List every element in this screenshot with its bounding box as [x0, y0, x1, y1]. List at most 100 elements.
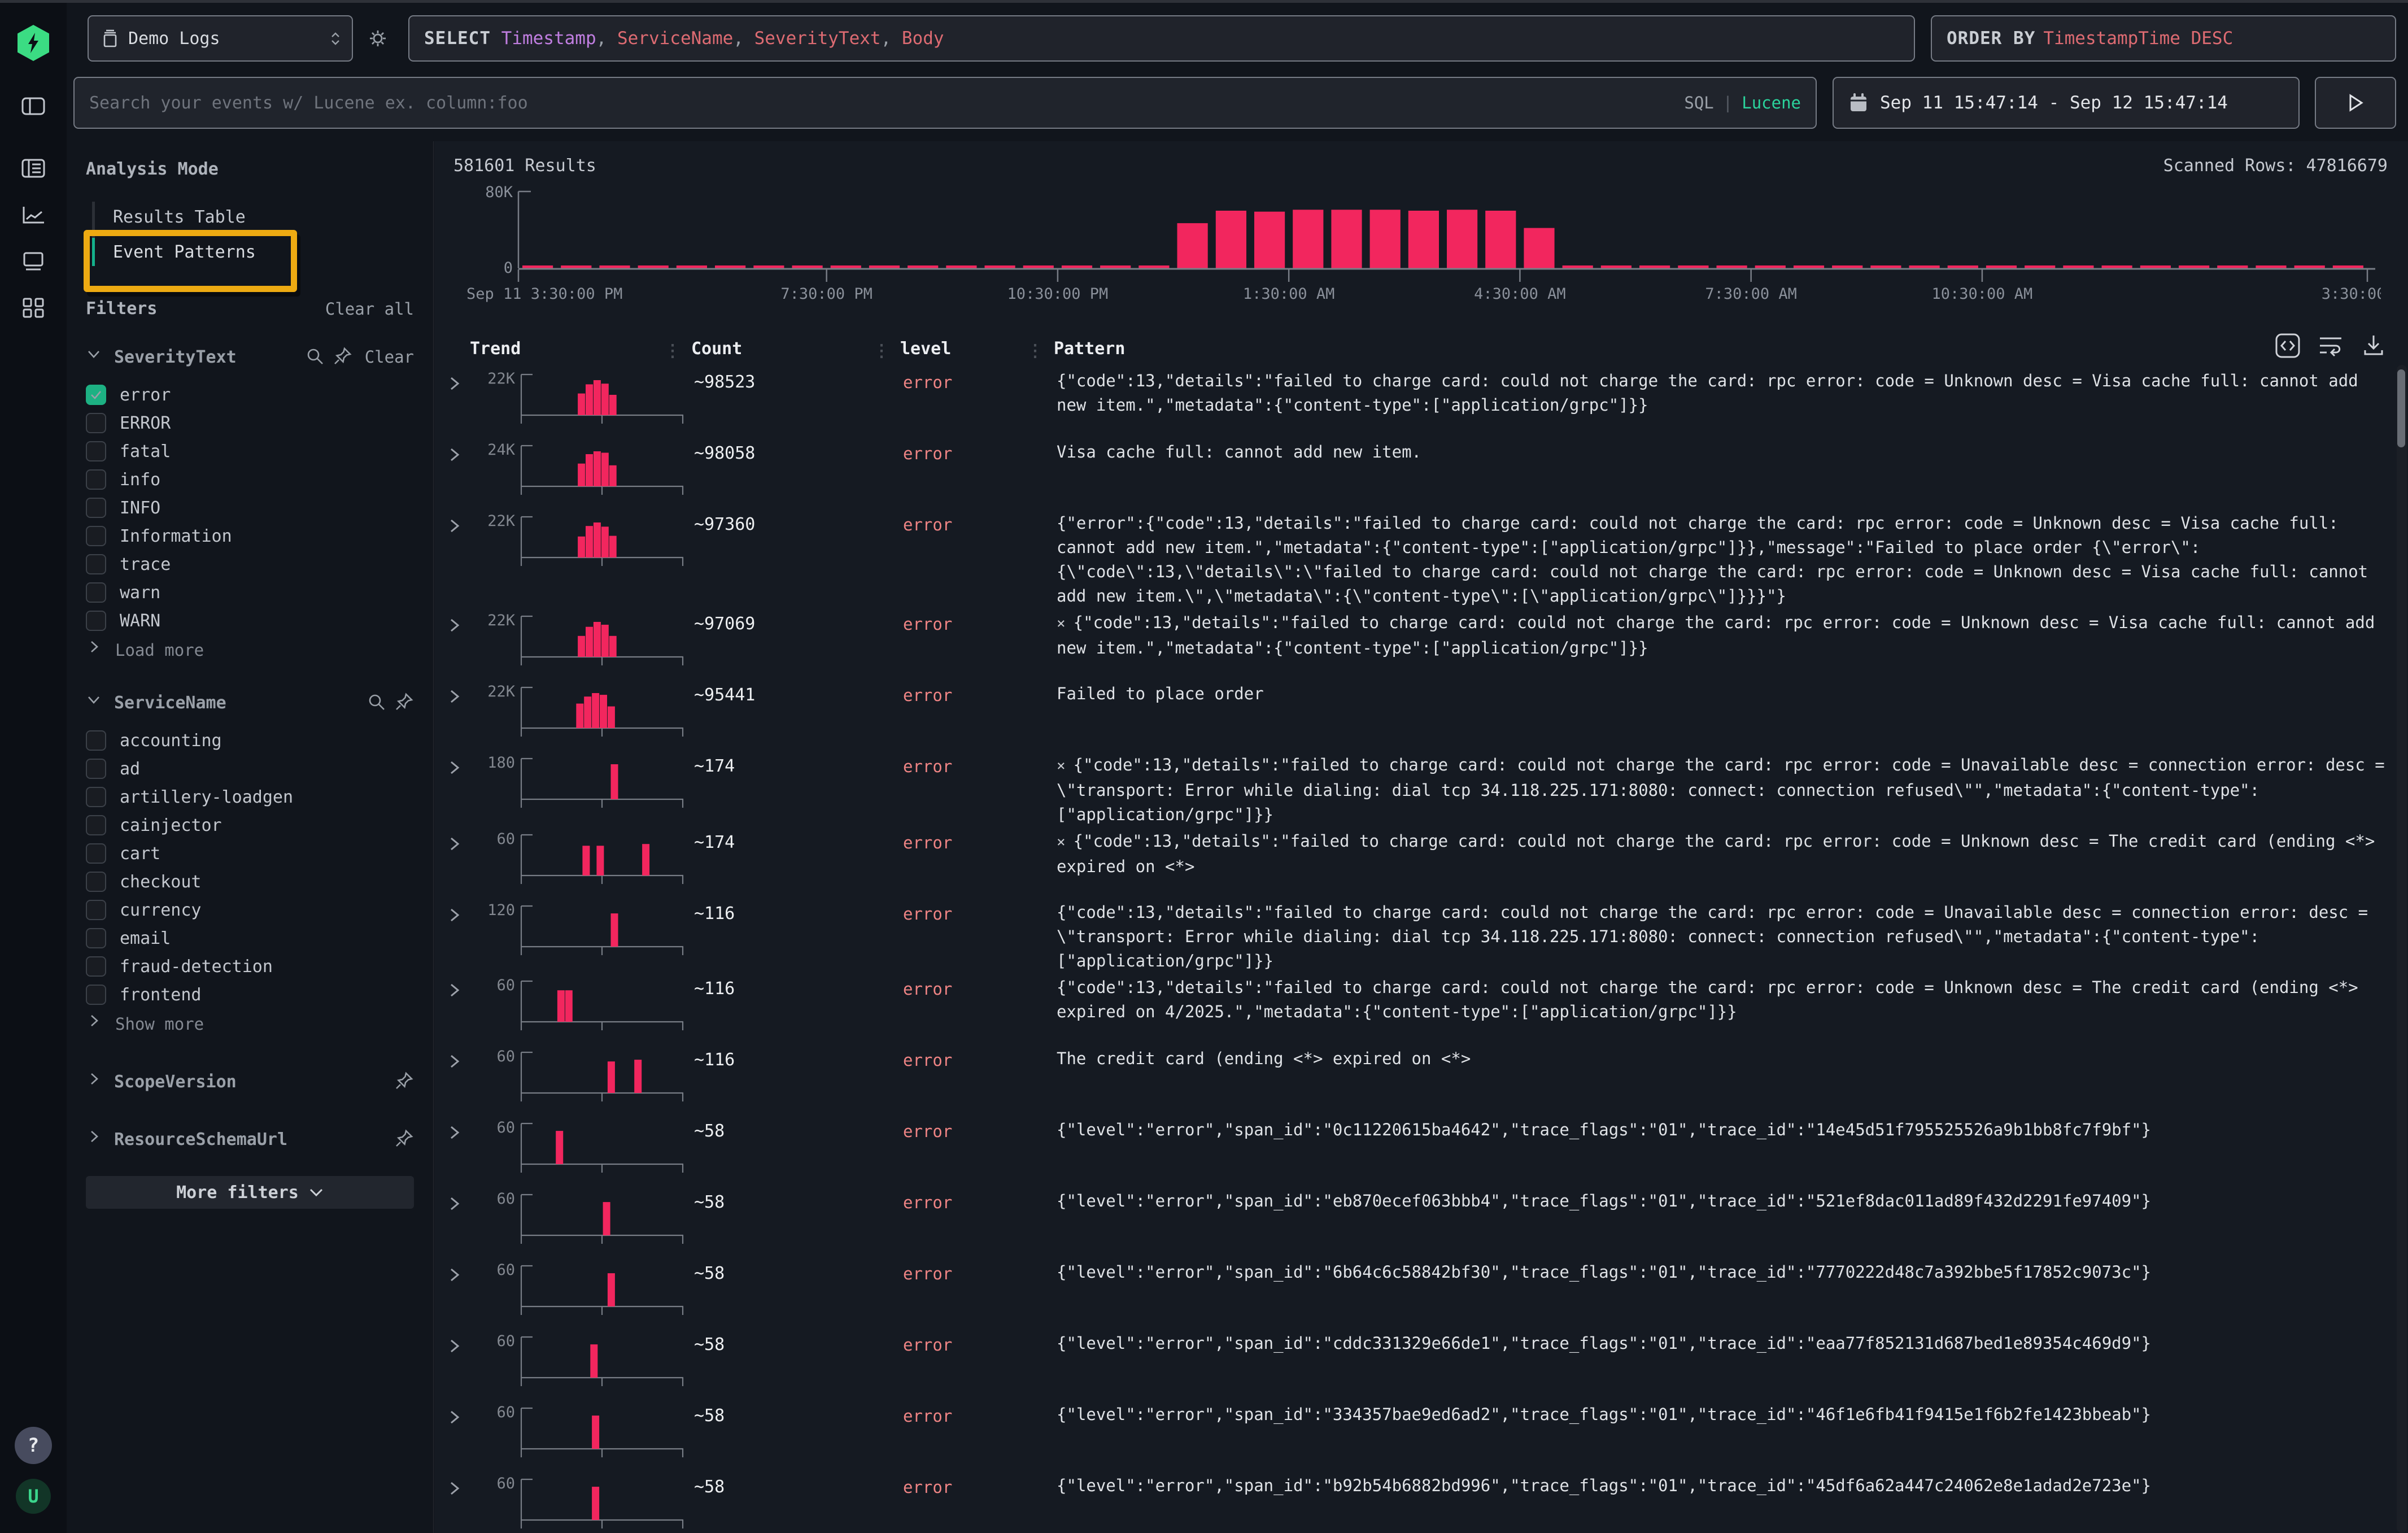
- filter-option-information[interactable]: Information: [86, 522, 414, 550]
- pattern-text[interactable]: ×{"code":13,"details":"failed to charge …: [1054, 827, 2391, 879]
- table-row[interactable]: 120~116error{"code":13,"details":"failed…: [446, 898, 2391, 973]
- filter-option-warn[interactable]: warn: [86, 578, 414, 607]
- checkbox[interactable]: [86, 582, 106, 603]
- column-grip-icon[interactable]: ⋮: [664, 341, 681, 361]
- table-row[interactable]: 60~58error{"level":"error","span_id":"b9…: [446, 1471, 2391, 1533]
- checkbox[interactable]: [86, 956, 106, 977]
- checkbox-checked[interactable]: [86, 385, 106, 405]
- filter-option-frontend[interactable]: frontend: [86, 981, 414, 1009]
- filter-option-cainjector[interactable]: cainjector: [86, 811, 414, 839]
- results-histogram[interactable]: Sep 11 3:30:00 PM7:30:00 PM10:30:00 PM1:…: [446, 182, 2394, 313]
- pattern-text[interactable]: Visa cache full: cannot add new item.: [1054, 438, 2391, 464]
- filter-clear-link[interactable]: Clear: [365, 347, 414, 367]
- code-brackets-icon[interactable]: [2275, 333, 2301, 359]
- pattern-text[interactable]: {"code":13,"details":"failed to charge c…: [1054, 898, 2391, 973]
- row-expander-button[interactable]: [446, 1052, 470, 1073]
- table-row[interactable]: 60~116errorThe credit card (ending <*> e…: [446, 1044, 2391, 1116]
- dismiss-x-icon[interactable]: ×: [1057, 834, 1066, 851]
- filter-group-header-scopeversion[interactable]: ScopeVersion: [86, 1068, 414, 1096]
- checkbox[interactable]: [86, 815, 106, 835]
- column-header-trend[interactable]: Trend⋮: [470, 339, 691, 359]
- scrollbar-track[interactable]: [2397, 365, 2407, 1533]
- pattern-text[interactable]: ×{"code":13,"details":"failed to charge …: [1054, 608, 2391, 660]
- filter-option-email[interactable]: email: [86, 924, 414, 952]
- filter-group-header-servicename[interactable]: ServiceName: [86, 689, 414, 716]
- filter-group-header-severitytext[interactable]: SeverityTextClear: [86, 343, 414, 371]
- row-expander-button[interactable]: [446, 616, 470, 637]
- table-row[interactable]: 22K~97069error×{"code":13,"details":"fai…: [446, 608, 2391, 680]
- pattern-text[interactable]: {"code":13,"details":"failed to charge c…: [1054, 367, 2391, 417]
- language-toggle[interactable]: SQL | Lucene: [1684, 93, 1801, 112]
- source-select[interactable]: Demo Logs: [88, 15, 353, 62]
- checkbox[interactable]: [86, 441, 106, 461]
- pattern-text[interactable]: ×{"code":13,"details":"failed to charge …: [1054, 751, 2391, 827]
- checkbox[interactable]: [86, 611, 106, 631]
- checkbox[interactable]: [86, 900, 106, 920]
- pattern-text[interactable]: {"level":"error","span_id":"eb870ecef063…: [1054, 1187, 2391, 1213]
- row-expander-button[interactable]: [446, 835, 470, 855]
- more-filters-button[interactable]: More filters: [86, 1176, 414, 1209]
- pattern-text[interactable]: {"level":"error","span_id":"cddc331329e6…: [1054, 1329, 2391, 1356]
- checkbox[interactable]: [86, 872, 106, 892]
- avatar[interactable]: U: [16, 1479, 51, 1514]
- filter-option-trace[interactable]: trace: [86, 550, 414, 578]
- column-grip-icon[interactable]: ⋮: [873, 341, 890, 361]
- table-row[interactable]: 60~58error{"level":"error","span_id":"0c…: [446, 1116, 2391, 1187]
- column-header-pattern[interactable]: Pattern: [1054, 339, 2391, 359]
- sidebar-toggle-button[interactable]: [16, 89, 50, 123]
- row-expander-button[interactable]: [446, 687, 470, 708]
- download-icon[interactable]: [2361, 333, 2387, 359]
- table-row[interactable]: 60~58error{"level":"error","span_id":"33…: [446, 1400, 2391, 1471]
- pin-icon[interactable]: [395, 1129, 414, 1150]
- table-row[interactable]: 180~174error×{"code":13,"details":"faile…: [446, 751, 2391, 827]
- search-icon[interactable]: [367, 692, 386, 713]
- scrollbar-thumb[interactable]: [2397, 369, 2405, 447]
- clear-all-filters-link[interactable]: Clear all: [325, 299, 414, 319]
- pattern-text[interactable]: {"code":13,"details":"failed to charge c…: [1054, 973, 2391, 1024]
- menu-item-results-table[interactable]: Results Table: [86, 199, 414, 234]
- pin-icon[interactable]: [395, 1071, 414, 1092]
- row-expander-button[interactable]: [446, 981, 470, 1001]
- pin-icon[interactable]: [333, 346, 352, 368]
- search-icon[interactable]: [305, 346, 324, 368]
- select-clause-editor[interactable]: SELECT Timestamp, ServiceName, SeverityT…: [408, 15, 1915, 62]
- filter-option-error[interactable]: error: [86, 381, 414, 409]
- order-by-editor[interactable]: ORDER BY TimestampTime DESC: [1931, 15, 2396, 62]
- checkbox[interactable]: [86, 928, 106, 948]
- filter-load-more[interactable]: Load more: [86, 636, 414, 664]
- nav-dashboards-button[interactable]: [16, 290, 50, 324]
- nav-sessions-button[interactable]: [16, 244, 50, 278]
- row-expander-button[interactable]: [446, 1266, 470, 1286]
- filter-option-artillery-loadgen[interactable]: artillery-loadgen: [86, 783, 414, 811]
- menu-item-event-patterns[interactable]: Event Patterns: [86, 234, 414, 269]
- row-expander-button[interactable]: [446, 517, 470, 537]
- wrap-text-icon[interactable]: [2318, 333, 2344, 359]
- checkbox[interactable]: [86, 413, 106, 433]
- table-row[interactable]: 60~58error{"level":"error","span_id":"6b…: [446, 1258, 2391, 1329]
- checkbox[interactable]: [86, 759, 106, 779]
- column-header-count[interactable]: Count⋮: [691, 339, 900, 359]
- dismiss-x-icon[interactable]: ×: [1057, 757, 1066, 774]
- column-grip-icon[interactable]: ⋮: [1027, 341, 1044, 361]
- table-row[interactable]: 24K~98058errorVisa cache full: cannot ad…: [446, 438, 2391, 509]
- nav-search-logs-button[interactable]: [16, 151, 50, 185]
- table-row[interactable]: 22K~97360error{"error":{"code":13,"detai…: [446, 509, 2391, 608]
- mode-sql[interactable]: SQL: [1684, 93, 1713, 112]
- help-button[interactable]: ?: [15, 1427, 52, 1464]
- mode-lucene[interactable]: Lucene: [1742, 93, 1801, 112]
- column-header-level[interactable]: level⋮: [900, 339, 1054, 359]
- search-input[interactable]: Search your events w/ Lucene ex. column:…: [73, 77, 1817, 129]
- pattern-text[interactable]: {"error":{"code":13,"details":"failed to…: [1054, 509, 2391, 608]
- filter-option-warn[interactable]: WARN: [86, 607, 414, 635]
- checkbox[interactable]: [86, 554, 106, 574]
- row-expander-button[interactable]: [446, 1479, 470, 1500]
- filter-option-checkout[interactable]: checkout: [86, 868, 414, 896]
- row-expander-button[interactable]: [446, 759, 470, 779]
- time-range-picker[interactable]: Sep 11 15:47:14 - Sep 12 15:47:14: [1833, 77, 2300, 129]
- table-row[interactable]: 60~58error{"level":"error","span_id":"cd…: [446, 1329, 2391, 1400]
- table-row[interactable]: 60~116error{"code":13,"details":"failed …: [446, 973, 2391, 1044]
- filter-option-info[interactable]: info: [86, 465, 414, 494]
- row-expander-button[interactable]: [446, 1337, 470, 1357]
- filter-option-fraud-detection[interactable]: fraud-detection: [86, 952, 414, 981]
- filter-option-accounting[interactable]: accounting: [86, 726, 414, 755]
